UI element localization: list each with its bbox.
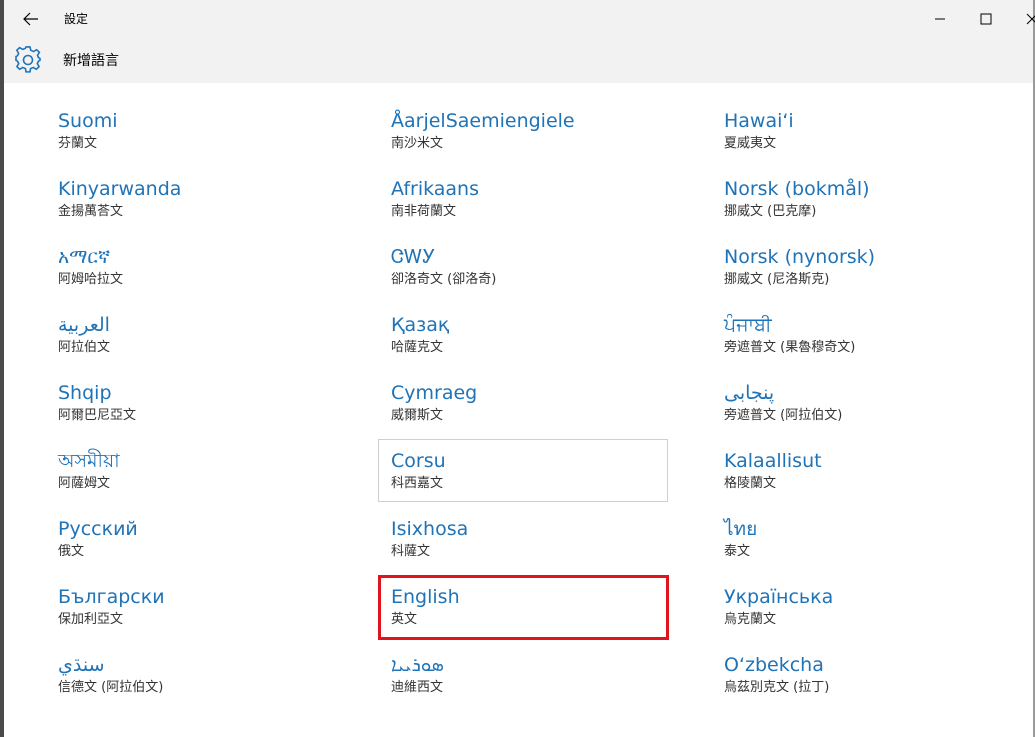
language-item[interactable]: Русский 俄文 xyxy=(44,491,334,559)
language-name: Қазақ xyxy=(391,314,450,336)
language-name: پنجابی xyxy=(724,382,775,404)
maximize-button[interactable] xyxy=(963,0,1009,38)
language-item[interactable]: አማርኛ 阿姆哈拉文 xyxy=(44,219,334,287)
language-item[interactable]: Shqip 阿爾巴尼亞文 xyxy=(44,355,334,423)
language-item[interactable]: Hawaiʻi 夏威夷文 xyxy=(710,83,1000,151)
minimize-icon xyxy=(935,18,945,20)
language-item[interactable]: ÅarjelSaemiengiele 南沙米文 xyxy=(377,83,667,151)
language-item[interactable]: Cymraeg 威爾斯文 xyxy=(377,355,667,423)
language-subtitle: 阿姆哈拉文 xyxy=(58,272,124,287)
language-item[interactable]: Afrikaans 南非荷蘭文 xyxy=(377,151,667,219)
language-subtitle: 夏威夷文 xyxy=(724,136,777,151)
language-name: ไทย xyxy=(724,518,758,540)
language-subtitle: 俄文 xyxy=(58,544,85,559)
language-item[interactable]: ܣܘܪܝܝܐ 迪維西文 xyxy=(377,627,667,695)
language-subtitle: 迪維西文 xyxy=(391,680,444,695)
language-subtitle: 卻洛奇文 (卻洛奇) xyxy=(391,272,497,287)
language-name: العربية xyxy=(58,314,110,336)
language-name: O‘zbekcha xyxy=(724,654,824,676)
maximize-icon xyxy=(980,13,992,25)
title-bar: 設定 xyxy=(4,0,1035,38)
language-item[interactable]: Български 保加利亞文 xyxy=(44,559,334,627)
language-item[interactable]: অসমীয়া 阿薩姆文 xyxy=(44,423,334,491)
language-item[interactable]: Қазақ 哈薩克文 xyxy=(377,287,667,355)
language-item[interactable]: Norsk (bokmål) 挪威文 (巴克摩) xyxy=(710,151,1000,219)
language-name: Українська xyxy=(724,586,834,608)
language-name: Kalaallisut xyxy=(724,450,822,472)
language-subtitle: 格陵蘭文 xyxy=(724,476,777,491)
language-subtitle: 南沙米文 xyxy=(391,136,444,151)
language-name: ਪੰਜਾਬੀ xyxy=(724,314,772,336)
language-subtitle: 烏茲別克文 (拉丁) xyxy=(724,680,830,695)
language-subtitle: 阿拉伯文 xyxy=(58,340,111,355)
language-item[interactable]: سنڌي 信德文 (阿拉伯文) xyxy=(44,627,334,695)
language-subtitle: 科西嘉文 xyxy=(391,476,444,491)
language-item[interactable]: Corsu 科西嘉文 xyxy=(377,423,667,491)
language-subtitle: 金揚萬荅文 xyxy=(58,204,124,219)
language-subtitle: 挪威文 (巴克摩) xyxy=(724,204,817,219)
language-subtitle: 烏克蘭文 xyxy=(724,612,777,627)
language-item[interactable]: Kalaallisut 格陵蘭文 xyxy=(710,423,1000,491)
language-item[interactable]: O‘zbekcha 烏茲別克文 (拉丁) xyxy=(710,627,1000,695)
language-name: ܣܘܪܝܝܐ xyxy=(391,654,444,676)
language-list: Suomi 芬蘭文 Kinyarwanda 金揚萬荅文 አማርኛ 阿姆哈拉文 ا… xyxy=(4,83,1033,737)
language-subtitle: 旁遮普文 (果魯穆奇文) xyxy=(724,340,856,355)
back-button[interactable] xyxy=(8,0,54,38)
language-subtitle: 威爾斯文 xyxy=(391,408,444,423)
language-name: Hawaiʻi xyxy=(724,110,794,132)
language-subtitle: 科薩文 xyxy=(391,544,431,559)
language-subtitle: 保加利亞文 xyxy=(58,612,124,627)
language-name: Български xyxy=(58,586,165,608)
language-name: Isixhosa xyxy=(391,518,469,540)
language-subtitle: 信德文 (阿拉伯文) xyxy=(58,680,164,695)
language-name: ÅarjelSaemiengiele xyxy=(391,110,575,132)
language-item[interactable]: Isixhosa 科薩文 xyxy=(377,491,667,559)
language-subtitle: 阿爾巴尼亞文 xyxy=(58,408,137,423)
close-icon xyxy=(1026,13,1035,25)
language-name: Norsk (bokmål) xyxy=(724,178,870,200)
page-header: 新增語言 xyxy=(4,38,1033,83)
language-item[interactable]: ไทย 泰文 xyxy=(710,491,1000,559)
language-item[interactable]: Norsk (nynorsk) 挪威文 (尼洛斯克) xyxy=(710,219,1000,287)
language-item[interactable]: Kinyarwanda 金揚萬荅文 xyxy=(44,151,334,219)
language-name: English xyxy=(391,586,460,608)
language-name: Kinyarwanda xyxy=(58,178,182,200)
language-item[interactable]: ᏣᎳᎩ 卻洛奇文 (卻洛奇) xyxy=(377,219,667,287)
minimize-button[interactable] xyxy=(917,0,963,38)
language-item[interactable]: ਪੰਜਾਬੀ 旁遮普文 (果魯穆奇文) xyxy=(710,287,1000,355)
language-name: Shqip xyxy=(58,382,112,404)
language-name: አማርኛ xyxy=(58,246,111,268)
language-subtitle: 阿薩姆文 xyxy=(58,476,111,491)
language-subtitle: 挪威文 (尼洛斯克) xyxy=(724,272,830,287)
close-button[interactable] xyxy=(1009,0,1035,38)
gear-icon xyxy=(15,46,41,73)
language-name: Norsk (nynorsk) xyxy=(724,246,876,268)
language-subtitle: 南非荷蘭文 xyxy=(391,204,457,219)
language-name: سنڌي xyxy=(58,654,105,676)
language-name: Afrikaans xyxy=(391,178,479,200)
language-item[interactable]: العربية 阿拉伯文 xyxy=(44,287,334,355)
language-name: Русский xyxy=(58,518,138,540)
window-title: 設定 xyxy=(64,12,89,26)
language-subtitle: 英文 xyxy=(391,612,418,627)
language-name: ᏣᎳᎩ xyxy=(391,246,436,268)
back-arrow-icon xyxy=(23,12,38,26)
language-name: Suomi xyxy=(58,110,118,132)
language-subtitle: 旁遮普文 (阿拉伯文) xyxy=(724,408,843,423)
language-name: Cymraeg xyxy=(391,382,478,404)
language-name: অসমীয়া xyxy=(58,450,120,472)
language-name: Corsu xyxy=(391,450,446,472)
language-item[interactable]: Українська 烏克蘭文 xyxy=(710,559,1000,627)
language-item-selected[interactable]: English 英文 xyxy=(377,559,667,627)
language-subtitle: 芬蘭文 xyxy=(58,136,98,151)
language-subtitle: 哈薩克文 xyxy=(391,340,444,355)
page-title: 新增語言 xyxy=(63,53,119,69)
language-item[interactable]: Suomi 芬蘭文 xyxy=(44,83,334,151)
language-subtitle: 泰文 xyxy=(724,544,751,559)
language-item[interactable]: پنجابی 旁遮普文 (阿拉伯文) xyxy=(710,355,1000,423)
